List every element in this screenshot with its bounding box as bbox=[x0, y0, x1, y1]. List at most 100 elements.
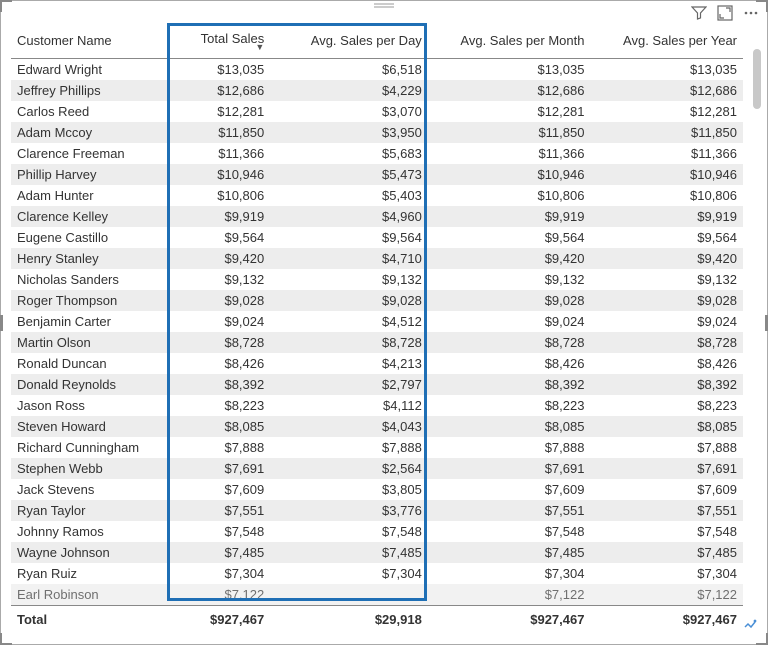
table-row[interactable]: Ronald Duncan$8,426$4,213$8,426$8,426 bbox=[11, 353, 743, 374]
vertical-scrollbar[interactable] bbox=[753, 49, 761, 612]
cell-total: $11,366 bbox=[174, 143, 271, 164]
cell-total: $10,806 bbox=[174, 185, 271, 206]
table-row[interactable]: Steven Howard$8,085$4,043$8,085$8,085 bbox=[11, 416, 743, 437]
table-row[interactable]: Johnny Ramos$7,548$7,548$7,548$7,548 bbox=[11, 521, 743, 542]
table-row[interactable]: Jason Ross$8,223$4,112$8,223$8,223 bbox=[11, 395, 743, 416]
cell-total: $7,122 bbox=[174, 584, 271, 606]
cell-customer: Edward Wright bbox=[11, 59, 174, 81]
resize-handle-tr[interactable] bbox=[756, 0, 768, 12]
cell-customer: Adam Hunter bbox=[11, 185, 174, 206]
cell-avg-year: $12,686 bbox=[590, 80, 743, 101]
col-customer-name[interactable]: Customer Name bbox=[11, 25, 174, 59]
cell-total: $8,085 bbox=[174, 416, 271, 437]
table-row[interactable]: Edward Wright$13,035$6,518$13,035$13,035 bbox=[11, 59, 743, 81]
table-row[interactable]: Wayne Johnson$7,485$7,485$7,485$7,485 bbox=[11, 542, 743, 563]
cell-avg-year: $8,426 bbox=[590, 353, 743, 374]
cell-customer: Carlos Reed bbox=[11, 101, 174, 122]
cell-avg-month: $9,024 bbox=[428, 311, 591, 332]
table-row[interactable]: Eugene Castillo$9,564$9,564$9,564$9,564 bbox=[11, 227, 743, 248]
cell-total: $10,946 bbox=[174, 164, 271, 185]
table-row[interactable]: Ryan Taylor$7,551$3,776$7,551$7,551 bbox=[11, 500, 743, 521]
table-row[interactable]: Roger Thompson$9,028$9,028$9,028$9,028 bbox=[11, 290, 743, 311]
cell-total: $9,132 bbox=[174, 269, 271, 290]
cell-avg-year: $12,281 bbox=[590, 101, 743, 122]
cell-customer: Eugene Castillo bbox=[11, 227, 174, 248]
col-avg-month[interactable]: Avg. Sales per Month bbox=[428, 25, 591, 59]
resize-handle-left[interactable] bbox=[0, 315, 3, 331]
cell-avg-day: $6,518 bbox=[270, 59, 428, 81]
cell-customer: Henry Stanley bbox=[11, 248, 174, 269]
table-row[interactable]: Jeffrey Phillips$12,686$4,229$12,686$12,… bbox=[11, 80, 743, 101]
table-row[interactable]: Jack Stevens$7,609$3,805$7,609$7,609 bbox=[11, 479, 743, 500]
cell-avg-month: $12,281 bbox=[428, 101, 591, 122]
col-avg-day[interactable]: Avg. Sales per Day bbox=[270, 25, 428, 59]
cell-avg-day bbox=[270, 584, 428, 606]
total-label: Total bbox=[11, 606, 174, 633]
resize-handle-bl[interactable] bbox=[0, 633, 12, 645]
table-row[interactable]: Benjamin Carter$9,024$4,512$9,024$9,024 bbox=[11, 311, 743, 332]
table-row[interactable]: Martin Olson$8,728$8,728$8,728$8,728 bbox=[11, 332, 743, 353]
cell-avg-month: $10,806 bbox=[428, 185, 591, 206]
cell-avg-year: $7,304 bbox=[590, 563, 743, 584]
cell-avg-year: $9,564 bbox=[590, 227, 743, 248]
table-body: Edward Wright$13,035$6,518$13,035$13,035… bbox=[11, 59, 743, 606]
cell-avg-month: $8,392 bbox=[428, 374, 591, 395]
cell-avg-day: $7,485 bbox=[270, 542, 428, 563]
col-total-sales[interactable]: Total Sales ▼ bbox=[174, 25, 271, 59]
focus-mode-icon[interactable] bbox=[717, 5, 733, 21]
table-visual[interactable]: Customer Name Total Sales ▼ Avg. Sales p… bbox=[0, 0, 768, 645]
cell-avg-year: $13,035 bbox=[590, 59, 743, 81]
bottom-right-icon[interactable] bbox=[741, 615, 759, 636]
cell-customer: Phillip Harvey bbox=[11, 164, 174, 185]
cell-customer: Stephen Webb bbox=[11, 458, 174, 479]
cell-customer: Steven Howard bbox=[11, 416, 174, 437]
scrollbar-thumb[interactable] bbox=[753, 49, 761, 109]
cell-avg-year: $9,132 bbox=[590, 269, 743, 290]
col-avg-year[interactable]: Avg. Sales per Year bbox=[590, 25, 743, 59]
cell-total: $11,850 bbox=[174, 122, 271, 143]
cell-avg-month: $9,132 bbox=[428, 269, 591, 290]
cell-total: $9,028 bbox=[174, 290, 271, 311]
cell-customer: Nicholas Sanders bbox=[11, 269, 174, 290]
cell-avg-year: $11,366 bbox=[590, 143, 743, 164]
table-row[interactable]: Richard Cunningham$7,888$7,888$7,888$7,8… bbox=[11, 437, 743, 458]
table-row[interactable]: Clarence Kelley$9,919$4,960$9,919$9,919 bbox=[11, 206, 743, 227]
table-row-partial[interactable]: Earl Robinson$7,122$7,122$7,122 bbox=[11, 584, 743, 606]
table-row[interactable]: Henry Stanley$9,420$4,710$9,420$9,420 bbox=[11, 248, 743, 269]
resize-handle-tl[interactable] bbox=[0, 0, 12, 12]
cell-customer: Jeffrey Phillips bbox=[11, 80, 174, 101]
table-row[interactable]: Adam Mccoy$11,850$3,950$11,850$11,850 bbox=[11, 122, 743, 143]
cell-total: $7,888 bbox=[174, 437, 271, 458]
table-row[interactable]: Adam Hunter$10,806$5,403$10,806$10,806 bbox=[11, 185, 743, 206]
drag-grip-icon[interactable] bbox=[372, 3, 396, 9]
cell-total: $7,485 bbox=[174, 542, 271, 563]
total-sales: $927,467 bbox=[174, 606, 271, 633]
cell-avg-year: $7,485 bbox=[590, 542, 743, 563]
cell-avg-year: $8,085 bbox=[590, 416, 743, 437]
filter-icon[interactable] bbox=[691, 5, 707, 21]
cell-total: $13,035 bbox=[174, 59, 271, 81]
table-row[interactable]: Clarence Freeman$11,366$5,683$11,366$11,… bbox=[11, 143, 743, 164]
cell-avg-year: $9,028 bbox=[590, 290, 743, 311]
cell-total: $7,304 bbox=[174, 563, 271, 584]
cell-total: $8,426 bbox=[174, 353, 271, 374]
table-row[interactable]: Ryan Ruiz$7,304$7,304$7,304$7,304 bbox=[11, 563, 743, 584]
cell-customer: Johnny Ramos bbox=[11, 521, 174, 542]
table-row[interactable]: Phillip Harvey$10,946$5,473$10,946$10,94… bbox=[11, 164, 743, 185]
cell-avg-month: $8,426 bbox=[428, 353, 591, 374]
table-scroll-area[interactable]: Customer Name Total Sales ▼ Avg. Sales p… bbox=[11, 25, 743, 632]
cell-total: $7,548 bbox=[174, 521, 271, 542]
cell-total: $7,551 bbox=[174, 500, 271, 521]
table-row[interactable]: Stephen Webb$7,691$2,564$7,691$7,691 bbox=[11, 458, 743, 479]
cell-avg-month: $9,919 bbox=[428, 206, 591, 227]
cell-avg-month: $7,609 bbox=[428, 479, 591, 500]
cell-customer: Donald Reynolds bbox=[11, 374, 174, 395]
table-row[interactable]: Nicholas Sanders$9,132$9,132$9,132$9,132 bbox=[11, 269, 743, 290]
cell-total: $9,420 bbox=[174, 248, 271, 269]
cell-avg-year: $9,420 bbox=[590, 248, 743, 269]
cell-avg-month: $7,485 bbox=[428, 542, 591, 563]
table-row[interactable]: Carlos Reed$12,281$3,070$12,281$12,281 bbox=[11, 101, 743, 122]
table-row[interactable]: Donald Reynolds$8,392$2,797$8,392$8,392 bbox=[11, 374, 743, 395]
cell-avg-year: $7,609 bbox=[590, 479, 743, 500]
cell-avg-year: $8,223 bbox=[590, 395, 743, 416]
